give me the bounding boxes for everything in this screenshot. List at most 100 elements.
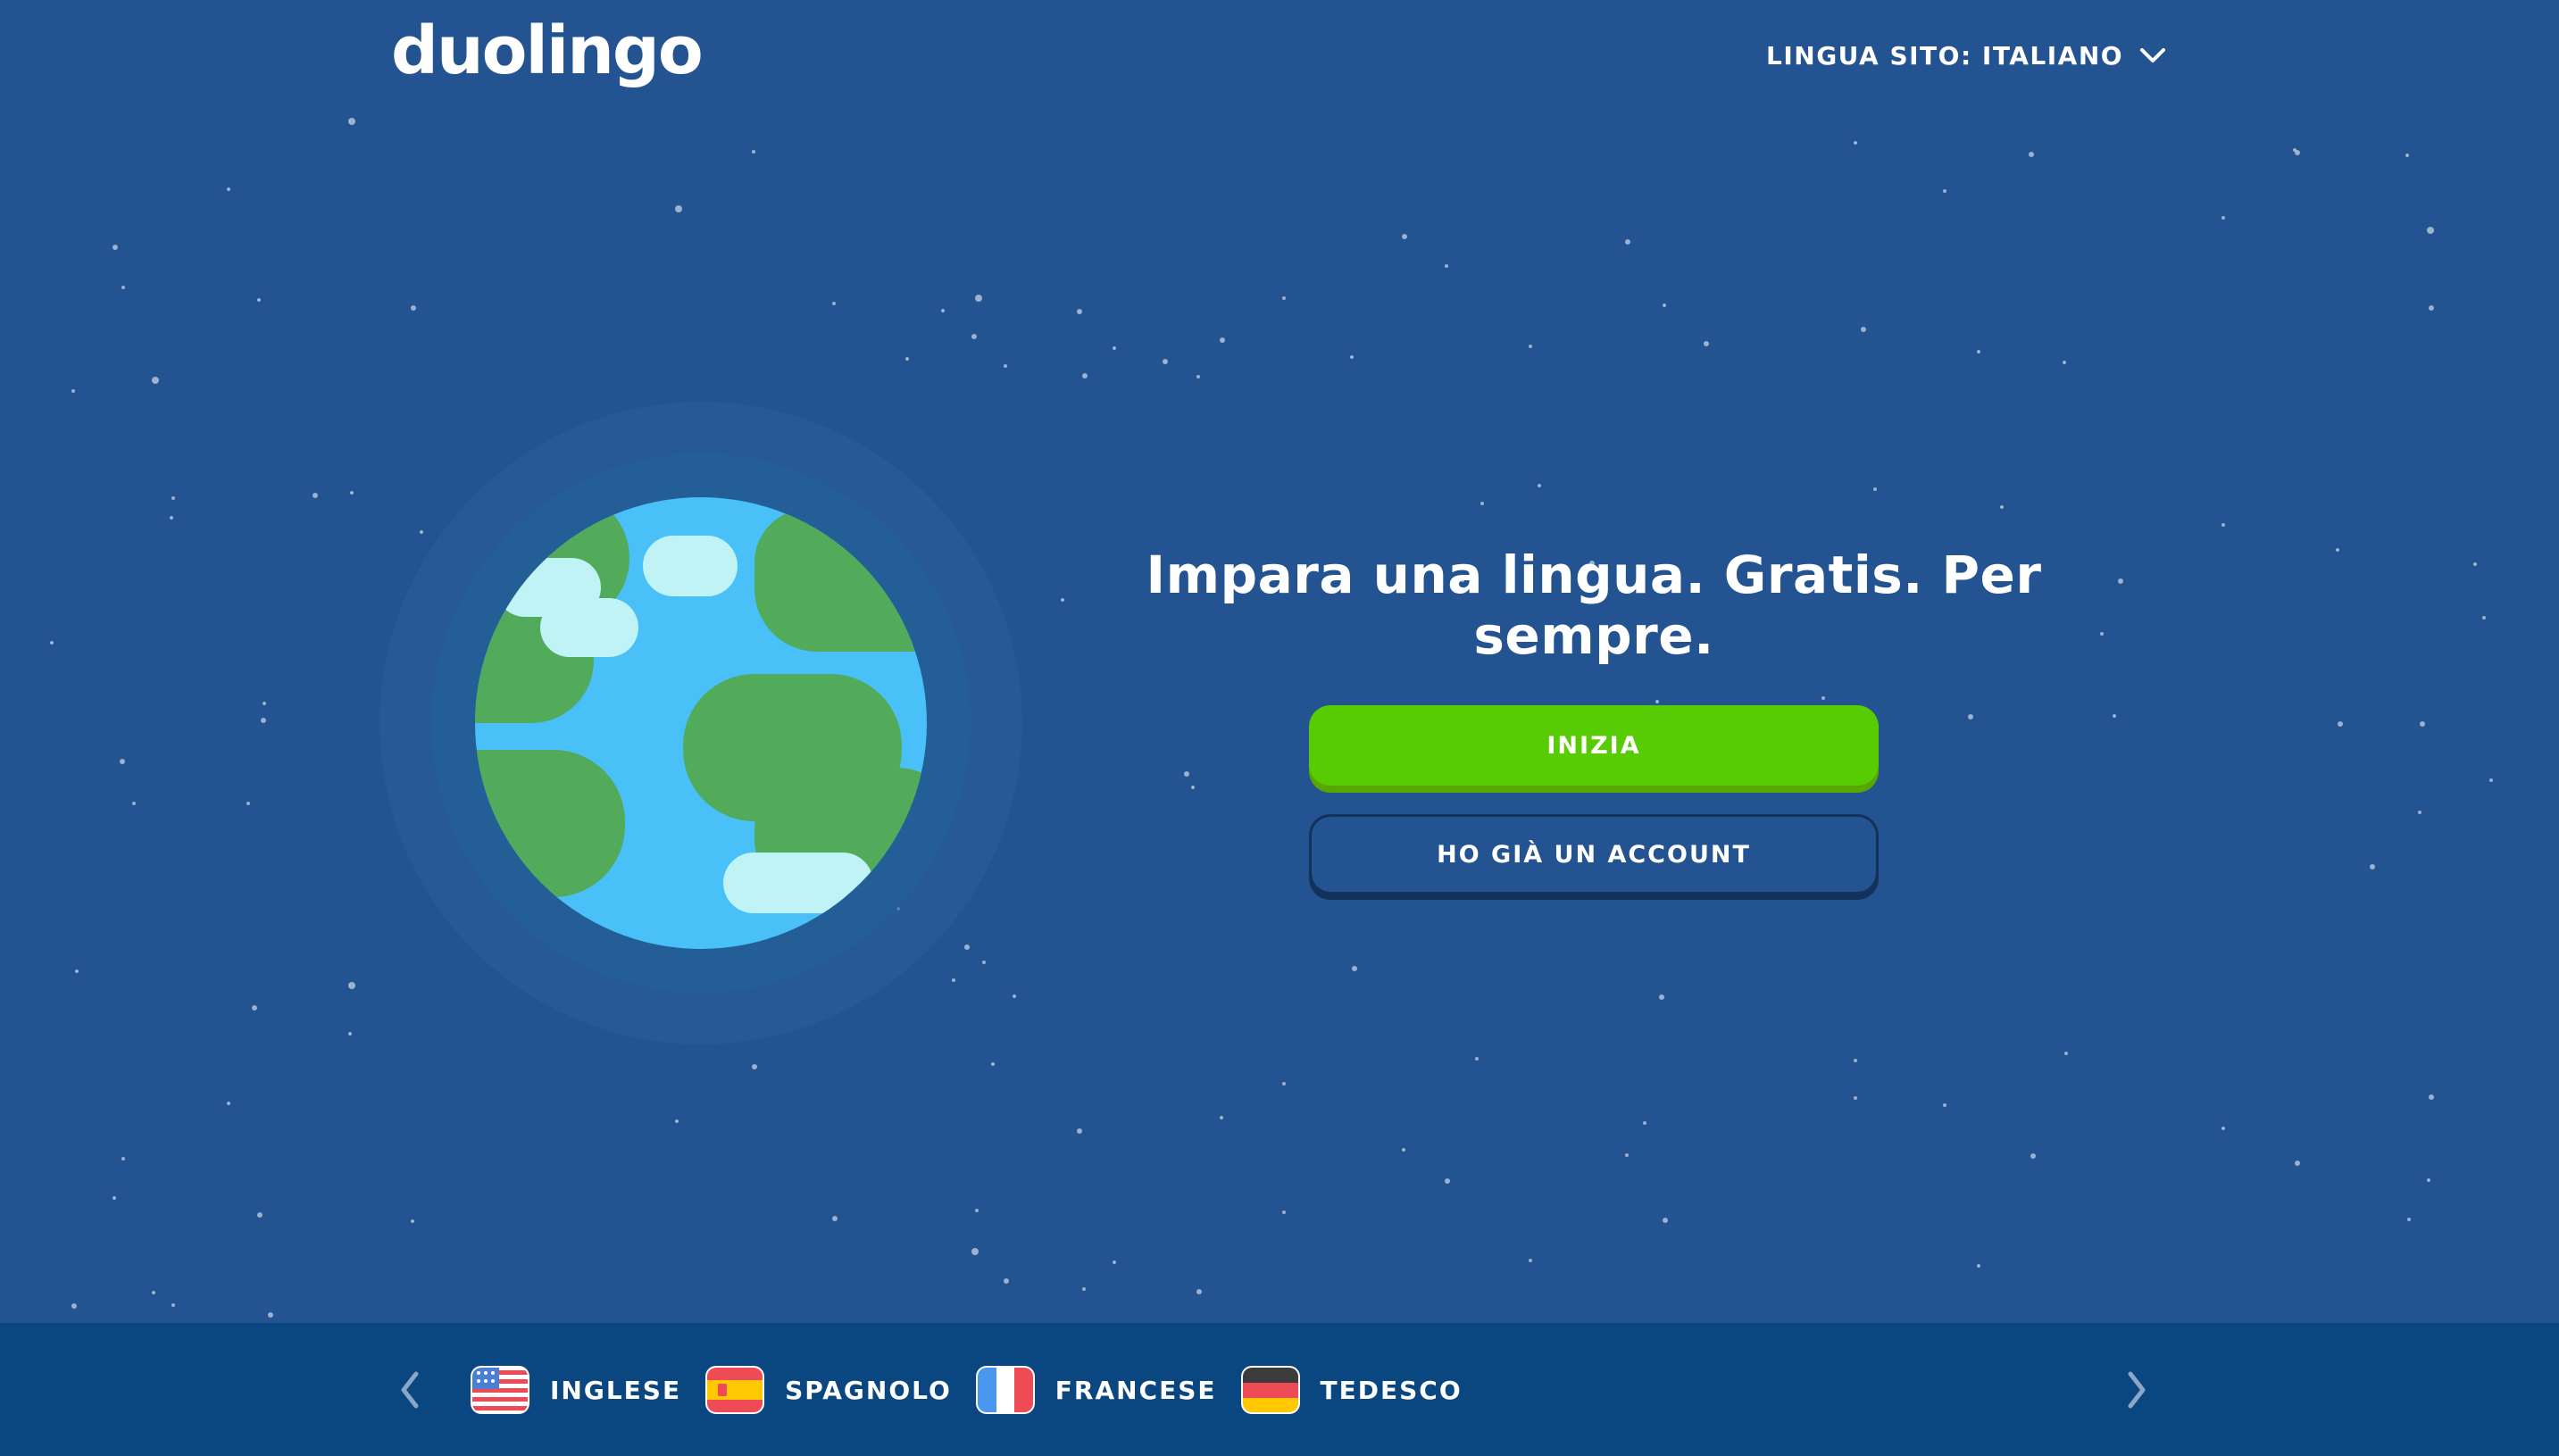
- star-dot: [170, 516, 173, 520]
- star-dot: [75, 969, 79, 973]
- star-dot: [71, 389, 75, 393]
- star-dot: [941, 309, 945, 312]
- star-dot: [2293, 148, 2296, 152]
- star-dot: [1943, 189, 1946, 193]
- star-dot: [2405, 154, 2409, 157]
- star-dot: [975, 1209, 979, 1212]
- france-flag-icon: [975, 1366, 1035, 1414]
- star-dot: [1352, 966, 1357, 971]
- star-dot: [350, 491, 354, 495]
- star-dot: [257, 1212, 263, 1218]
- star-dot: [2000, 505, 2004, 509]
- star-dot: [2064, 1052, 2068, 1055]
- star-dot: [1077, 1128, 1082, 1134]
- star-dot: [1873, 487, 1877, 491]
- star-dot: [1643, 1121, 1646, 1125]
- star-dot: [2429, 1094, 2434, 1100]
- star-dot: [1082, 1287, 1086, 1291]
- start-button[interactable]: INIZIA: [1309, 705, 1879, 786]
- star-dot: [2473, 562, 2477, 566]
- star-dot: [1113, 346, 1116, 350]
- star-dot: [71, 1303, 77, 1309]
- star-dot: [1445, 264, 1448, 268]
- star-dot: [1704, 341, 1709, 346]
- star-dot: [1191, 786, 1195, 789]
- star-dot: [1077, 309, 1082, 314]
- star-dot: [1282, 296, 1286, 300]
- star-dot: [1655, 700, 1659, 703]
- star-dot: [1538, 484, 1541, 487]
- star-dot: [752, 1064, 757, 1069]
- star-dot: [971, 334, 977, 339]
- star-dot: [1282, 1211, 1286, 1214]
- star-dot: [975, 295, 982, 302]
- star-dot: [113, 245, 118, 250]
- star-dot: [1350, 355, 1354, 359]
- star-dot: [1977, 1264, 1980, 1268]
- star-dot: [2427, 227, 2434, 234]
- star-dot: [171, 1303, 175, 1307]
- language-item-english[interactable]: INGLESE: [470, 1365, 681, 1415]
- star-dot: [246, 802, 250, 805]
- star-dot: [113, 1196, 116, 1200]
- star-dot: [675, 1119, 679, 1123]
- star-dot: [832, 1216, 838, 1221]
- star-dot: [263, 702, 266, 705]
- star-dot: [1402, 1148, 1405, 1152]
- star-dot: [1854, 1096, 1857, 1100]
- star-dot: [1163, 359, 1168, 364]
- star-dot: [2029, 152, 2034, 157]
- language-item-french[interactable]: FRANCESE: [975, 1365, 1217, 1415]
- star-dot: [2295, 1161, 2300, 1166]
- star-dot: [1220, 1116, 1223, 1119]
- star-dot: [2113, 714, 2116, 718]
- star-dot: [2429, 305, 2434, 311]
- star-dot: [120, 759, 125, 764]
- star-dot: [152, 1291, 155, 1294]
- chevron-right-icon[interactable]: [2114, 1368, 2159, 1412]
- star-dot: [675, 205, 682, 212]
- star-dot: [1004, 364, 1007, 368]
- landing-page: duolingo LINGUA SITO: ITALIANO Impara un…: [0, 0, 2559, 1456]
- language-item-spanish[interactable]: SPAGNOLO: [704, 1365, 952, 1415]
- chevron-left-icon[interactable]: [388, 1368, 432, 1412]
- language-footer-bar: INGLESE SPAGNOLO FRANCESE TEDESCO: [0, 1323, 2559, 1456]
- star-dot: [1968, 714, 1973, 720]
- language-label: SPAGNOLO: [785, 1375, 952, 1405]
- star-dot: [2407, 1218, 2411, 1221]
- star-dot: [1113, 1260, 1116, 1264]
- star-dot: [1529, 345, 1532, 348]
- star-dot: [991, 1062, 995, 1066]
- star-dot: [2221, 216, 2225, 220]
- star-dot: [2030, 1153, 2036, 1159]
- star-dot: [348, 982, 355, 989]
- star-dot: [2221, 523, 2225, 527]
- star-dot: [1854, 1059, 1857, 1062]
- star-dot: [2221, 1127, 2225, 1130]
- star-dot: [227, 187, 230, 191]
- star-dot: [752, 150, 755, 154]
- star-dot: [1282, 1082, 1286, 1086]
- us-flag-icon: [471, 1366, 529, 1414]
- star-dot: [2420, 721, 2425, 727]
- have-account-button[interactable]: HO GIÀ UN ACCOUNT: [1309, 814, 1879, 894]
- star-dot: [1480, 502, 1484, 505]
- star-dot: [1861, 327, 1866, 332]
- star-dot: [171, 496, 175, 500]
- globe-illustration: [379, 402, 1022, 1044]
- star-dot: [1196, 375, 1200, 379]
- germany-flag-icon: [1240, 1366, 1300, 1414]
- language-item-german[interactable]: TEDESCO: [1240, 1365, 1463, 1415]
- star-dot: [2338, 721, 2343, 727]
- star-dot: [2336, 548, 2339, 552]
- star-dot: [1821, 696, 1825, 700]
- star-dot: [252, 1005, 257, 1011]
- star-dot: [132, 802, 136, 805]
- duolingo-logo[interactable]: duolingo: [391, 12, 704, 89]
- star-dot: [1625, 239, 1630, 245]
- star-dot: [1082, 373, 1088, 379]
- star-dot: [2482, 616, 2486, 620]
- star-dot: [1854, 141, 1857, 145]
- star-dot: [1184, 771, 1189, 777]
- site-language-selector[interactable]: LINGUA SITO: ITALIANO: [1766, 37, 2166, 73]
